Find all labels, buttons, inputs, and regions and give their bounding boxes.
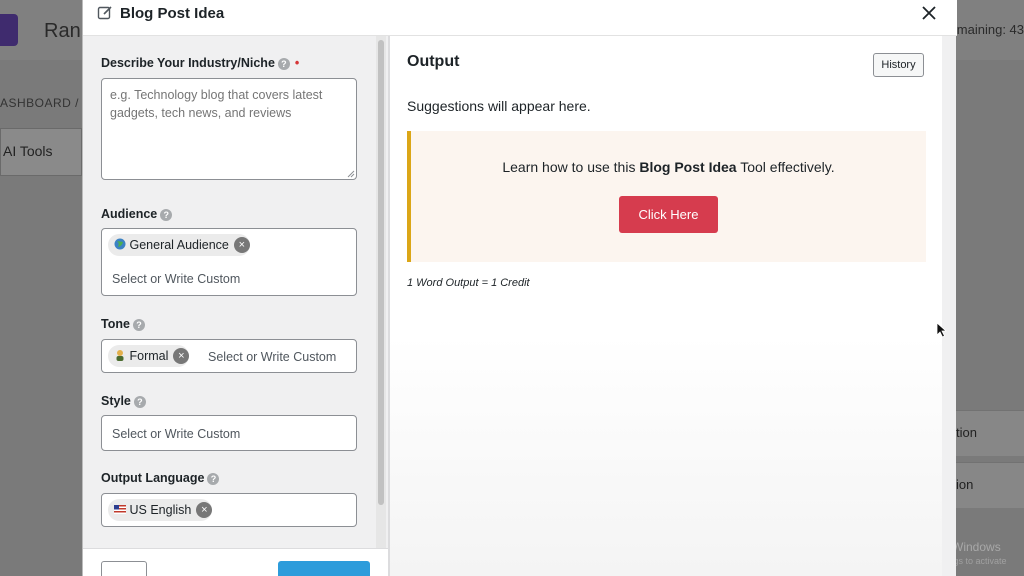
output-area [390,336,942,576]
notice-prefix: Learn how to use this [502,159,640,175]
background-ai-tools-tab: AI Tools [0,128,82,176]
resize-handle-icon[interactable] [347,170,355,178]
tone-placeholder: Select or Write Custom [208,350,337,364]
help-icon[interactable]: ? [160,209,173,221]
tone-label: Tone? [101,317,145,331]
person-icon [116,350,124,361]
background-brand: Ran [44,20,81,42]
scrollbar-thumb[interactable] [378,40,384,505]
click-here-button[interactable]: Click Here [619,196,718,233]
tone-select[interactable]: Formal × Select or Write Custom [101,339,357,373]
output-title: Output [407,53,460,70]
remove-audience-icon[interactable]: × [233,237,250,253]
audience-chip-label: General Audience [129,238,229,252]
modal-title: Blog Post Idea [120,5,225,22]
audience-label-text: Audience [101,207,158,221]
generate-button[interactable] [278,561,370,576]
language-chip: US English × [108,499,213,521]
help-icon[interactable]: ? [277,58,290,70]
edit-icon [97,6,112,20]
form-footer [83,548,388,576]
mouse-cursor-icon [936,322,948,338]
audience-chip: General Audience × [108,234,250,256]
audience-placeholder: Select or Write Custom [112,272,241,286]
output-panel: Output History Suggestions will appear h… [390,36,948,576]
language-chip-label: US English [129,503,192,517]
industry-label-text: Describe Your Industry/Niche [101,56,275,70]
footer-secondary-button[interactable] [101,561,147,576]
required-marker: • [294,56,300,70]
style-placeholder: Select or Write Custom [112,427,241,441]
style-label: Style? [101,394,146,408]
help-icon[interactable]: ? [133,396,146,408]
background-ai-tools-label: AI Tools [3,143,53,159]
history-button[interactable]: History [873,53,924,77]
tone-chip: Formal × [108,345,190,367]
background-side-row: ion [956,462,1024,508]
audience-select[interactable]: General Audience × Select or Write Custom [101,228,357,296]
suggestions-text: Suggestions will appear here. [407,98,591,114]
help-icon[interactable]: ? [207,473,220,485]
close-icon[interactable] [919,3,939,23]
globe-icon [114,238,126,250]
credit-note: 1 Word Output = 1 Credit [407,277,530,289]
background-side-row: tion [956,410,1024,456]
background-breadcrumb: ASHBOARD / ( [0,96,88,110]
us-flag-icon [114,505,126,514]
notice-text: Learn how to use this Blog Post Idea Too… [411,159,926,175]
help-notice: Learn how to use this Blog Post Idea Too… [407,131,926,262]
app-logo [0,14,18,46]
language-label-text: Output Language [101,471,205,485]
language-select[interactable]: US English × [101,493,357,527]
notice-tool-name: Blog Post Idea [639,159,737,175]
remove-language-icon[interactable]: × [196,502,213,518]
notice-suffix: Tool effectively. [736,159,835,175]
audience-label: Audience? [101,207,173,221]
help-icon[interactable]: ? [132,319,145,331]
language-label: Output Language? [101,471,220,485]
form-scrollbar[interactable] [376,36,386,548]
input-form: Describe Your Industry/Niche? • Audience?… [83,36,388,548]
background-side-row-label: tion [956,425,977,440]
tone-chip-label: Formal [129,349,169,363]
background-side-row-label: ion [956,477,974,492]
remove-tone-icon[interactable]: × [173,348,190,364]
style-select[interactable]: Select or Write Custom [101,415,357,451]
industry-textarea[interactable] [101,78,357,180]
blog-post-idea-modal: Blog Post Idea Describe Your Industry/Ni… [82,0,957,576]
industry-label: Describe Your Industry/Niche? • [101,56,299,70]
tone-label-text: Tone [101,317,130,331]
modal-header: Blog Post Idea [83,0,957,36]
style-label-text: Style [101,394,131,408]
